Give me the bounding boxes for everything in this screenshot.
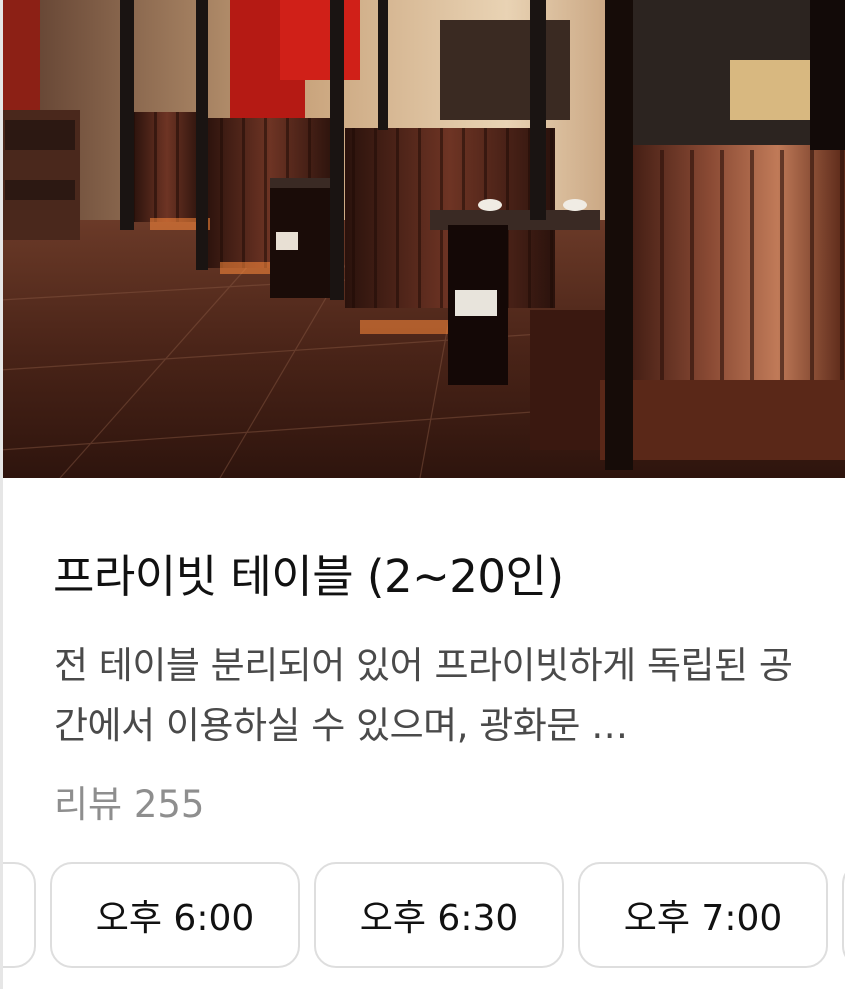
time-slot-carousel[interactable]: 오후 6:00 오후 6:30 오후 7:00 xyxy=(0,862,845,972)
time-slot-button[interactable]: 오후 6:30 xyxy=(314,862,564,968)
restaurant-seating-card[interactable]: 프라이빗 테이블 (2~20인) 전 테이블 분리되어 있어 프라이빗하게 독립… xyxy=(0,0,845,989)
restaurant-interior-photo[interactable] xyxy=(0,0,845,478)
time-slot-button[interactable]: 오후 7:00 xyxy=(578,862,828,968)
time-slot-button[interactable] xyxy=(0,862,36,968)
listing-title[interactable]: 프라이빗 테이블 (2~20인) xyxy=(53,540,564,605)
time-slot-button[interactable]: 오후 6:00 xyxy=(50,862,300,968)
listing-description: 전 테이블 분리되어 있어 프라이빗하게 독립된 공간에서 이용하실 수 있으며… xyxy=(54,644,793,747)
review-count[interactable]: 리뷰 255 xyxy=(54,774,204,828)
